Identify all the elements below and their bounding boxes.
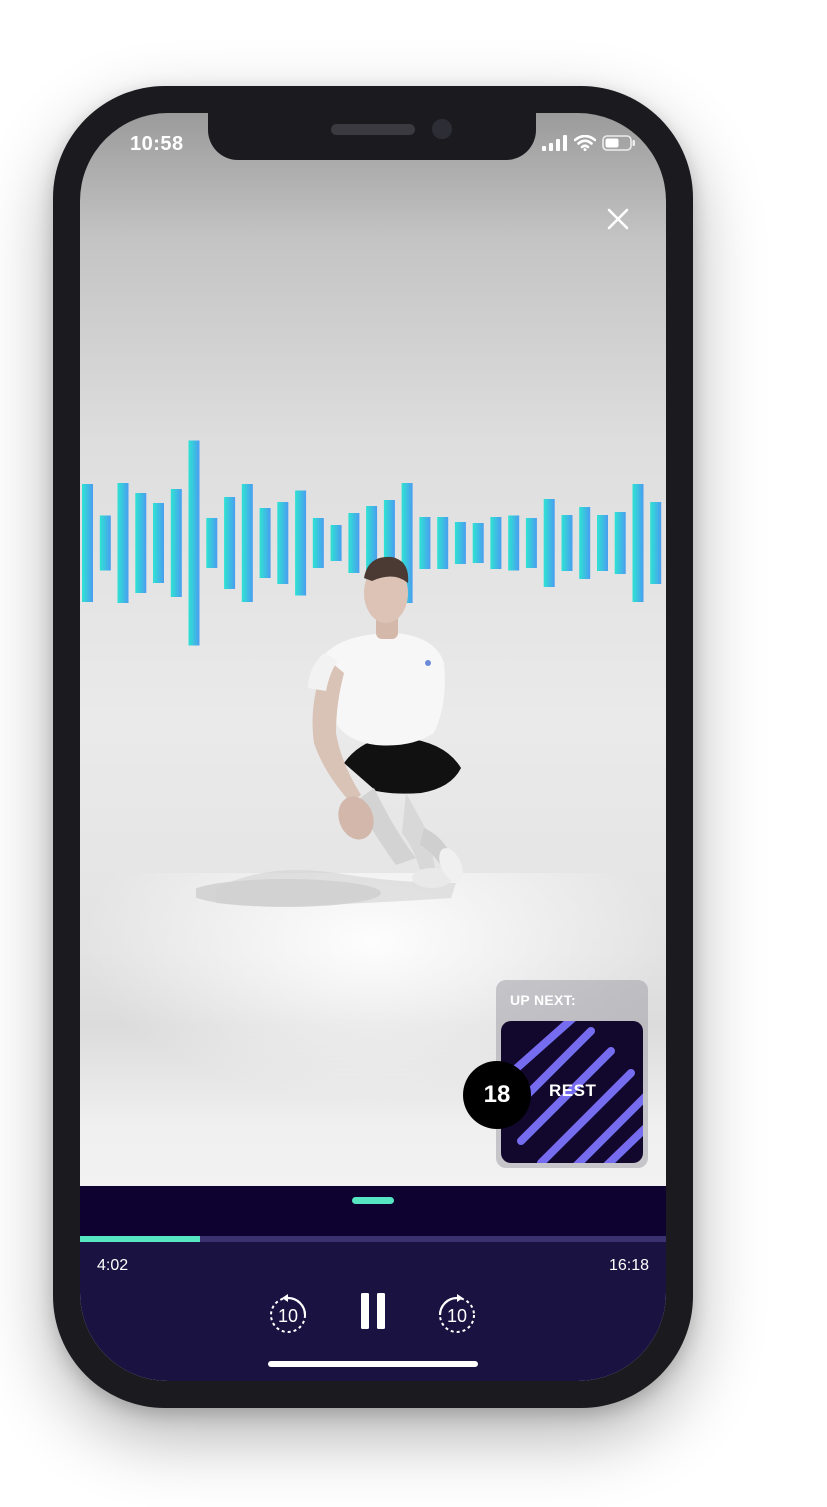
drawer-handle[interactable] bbox=[352, 1197, 394, 1204]
waveform-bar bbox=[579, 507, 591, 579]
close-icon[interactable] bbox=[600, 201, 636, 237]
up-next-title: REST bbox=[549, 1081, 597, 1100]
phone-frame: 10:58 UP NEXT: REST 18 4:02 16:18 10 10 bbox=[53, 86, 693, 1408]
waveform-bar bbox=[561, 515, 573, 571]
home-indicator[interactable] bbox=[268, 1361, 478, 1367]
status-icons bbox=[542, 135, 636, 151]
countdown-badge: 18 bbox=[463, 1061, 531, 1129]
rewind-seconds: 10 bbox=[278, 1306, 298, 1326]
speaker bbox=[331, 124, 415, 135]
waveform-bar bbox=[650, 502, 662, 584]
rewind-10-icon[interactable]: 10 bbox=[266, 1291, 310, 1335]
notch bbox=[208, 113, 536, 160]
pause-icon[interactable] bbox=[358, 1291, 388, 1331]
battery-icon bbox=[602, 135, 635, 151]
screen: 10:58 UP NEXT: REST 18 4:02 16:18 10 10 bbox=[80, 113, 666, 1381]
trainer-figure bbox=[196, 556, 463, 907]
forward-seconds: 10 bbox=[447, 1306, 467, 1326]
waveform-bar bbox=[543, 499, 555, 587]
progress-fill bbox=[80, 1236, 201, 1242]
waveform-bar bbox=[170, 489, 182, 597]
waveform-bar bbox=[614, 512, 626, 574]
status-time: 10:58 bbox=[130, 133, 184, 155]
progress-track[interactable] bbox=[80, 1236, 666, 1242]
waveform-bar bbox=[117, 483, 129, 603]
player-drawer bbox=[80, 1186, 666, 1236]
wifi-icon bbox=[574, 135, 596, 151]
waveform-bar bbox=[99, 515, 111, 571]
waveform-bar bbox=[153, 503, 164, 583]
forward-10-icon[interactable]: 10 bbox=[435, 1291, 479, 1335]
up-next-label: UP NEXT: bbox=[510, 992, 576, 1008]
player-controls: 4:02 16:18 10 10 bbox=[80, 1186, 666, 1381]
elapsed-time: 4:02 bbox=[97, 1257, 129, 1274]
front-camera bbox=[432, 119, 452, 139]
waveform-bar bbox=[525, 518, 537, 568]
total-time: 16:18 bbox=[608, 1257, 649, 1274]
waveform-bar bbox=[632, 484, 644, 602]
waveform-bar bbox=[82, 484, 93, 602]
waveform-bar bbox=[597, 515, 608, 571]
signal-icon bbox=[542, 135, 567, 151]
waveform-bar bbox=[135, 493, 147, 593]
